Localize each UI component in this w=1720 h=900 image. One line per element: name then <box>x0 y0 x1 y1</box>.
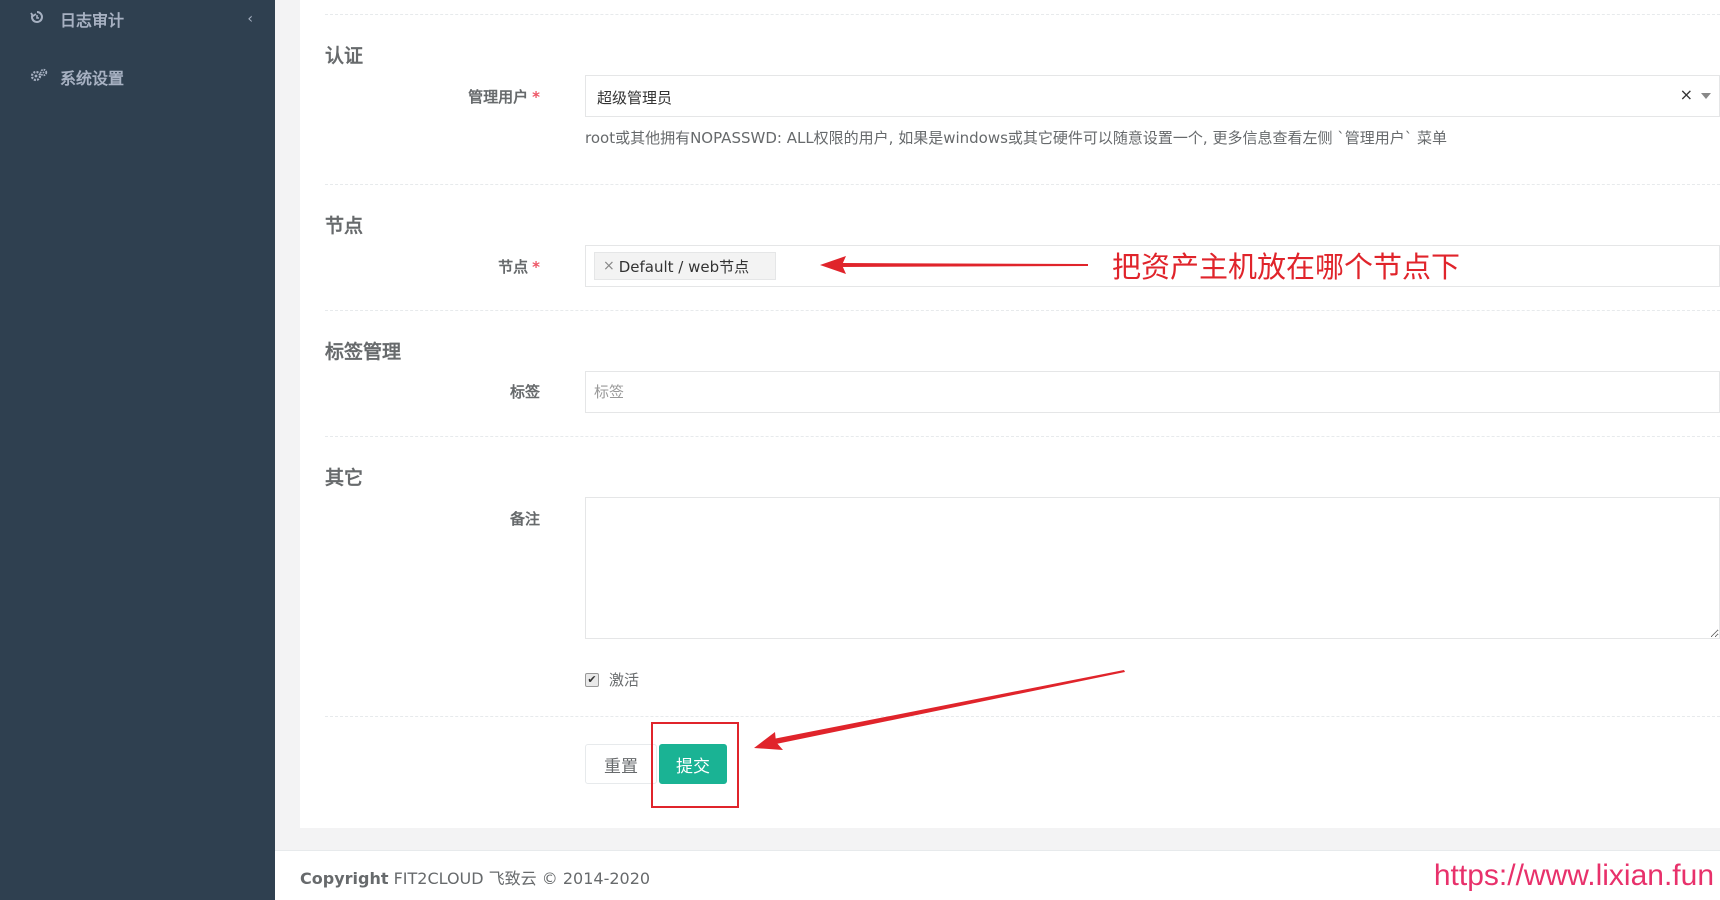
admin-user-help: root或其他拥有NOPASSWD: ALL权限的用户, 如果是windows或… <box>585 129 1448 147</box>
comment-label: 备注 <box>509 510 540 528</box>
active-checkbox[interactable]: ✔ <box>585 672 599 687</box>
history-icon <box>30 10 50 28</box>
admin-user-label: 管理用户 * <box>468 88 540 106</box>
section-title-auth: 认证 <box>325 45 364 67</box>
sidebar-item-label: 系统设置 <box>60 69 125 88</box>
sidebar-item-log-audit[interactable]: 日志审计 ‹ <box>0 0 275 44</box>
admin-user-value: 超级管理员 <box>597 89 673 107</box>
divider <box>325 716 1720 717</box>
divider <box>325 184 1720 185</box>
node-chip: × Default / web节点 <box>594 252 777 280</box>
section-title-nodes: 节点 <box>325 215 364 237</box>
chevron-left-icon[interactable]: ‹ <box>247 11 253 27</box>
node-chip-label: Default / web节点 <box>618 257 750 276</box>
comment-textarea[interactable] <box>585 497 1720 639</box>
divider <box>325 310 1720 311</box>
sidebar: 日志审计 ‹ 系统设置 <box>0 0 275 900</box>
required-mark: * <box>532 88 540 106</box>
clear-icon[interactable]: × <box>1680 85 1693 104</box>
reset-button[interactable]: 重置 <box>585 744 657 784</box>
gears-icon <box>30 68 50 86</box>
caret-down-icon[interactable] <box>1701 93 1711 99</box>
asset-form-panel <box>300 0 1720 828</box>
section-title-other: 其它 <box>325 467 364 489</box>
section-title-labels: 标签管理 <box>325 341 402 363</box>
labels-label: 标签 <box>509 383 540 401</box>
active-label: 激活 <box>609 671 640 689</box>
footer-copyright: Copyright FIT2CLOUD 飞致云 © 2014-2020 <box>300 869 651 888</box>
admin-user-select[interactable]: 超级管理员 × <box>585 75 1720 117</box>
sidebar-item-label: 日志审计 <box>60 11 125 30</box>
sidebar-item-system-settings[interactable]: 系统设置 <box>0 52 275 102</box>
divider <box>325 14 1720 15</box>
node-annotation-text: 把资产主机放在哪个节点下 <box>1112 250 1461 284</box>
active-checkbox-row[interactable]: ✔ 激活 <box>585 669 639 690</box>
submit-highlight-box <box>651 722 739 808</box>
labels-input[interactable] <box>585 371 1720 413</box>
nodes-label: 节点 * <box>498 258 540 276</box>
remove-icon[interactable]: × <box>603 258 615 274</box>
required-mark: * <box>532 258 540 276</box>
watermark-url: https://www.lixian.fun <box>1433 859 1714 892</box>
divider <box>325 436 1720 437</box>
footer: Copyright FIT2CLOUD 飞致云 © 2014-2020 http… <box>275 850 1720 900</box>
